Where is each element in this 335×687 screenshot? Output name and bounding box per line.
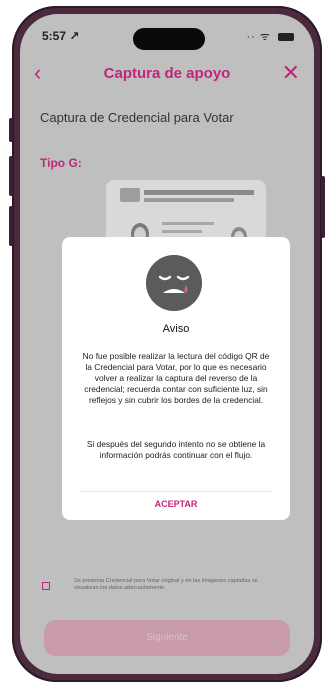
dynamic-island [133,28,205,50]
section-title: Captura de Credencial para Votar [40,110,234,125]
phone-screen: 5:57 ↗ ·· ᯤ ‹ Captura de apoyo ✕ Captura… [20,14,314,674]
signal-icon: ·· ᯤ [246,31,271,43]
dialog-divider [80,491,272,492]
power-button [321,176,325,238]
warning-dialog: Aviso No fue posible realizar la lectura… [62,237,290,520]
consent-checkbox[interactable] [42,582,50,590]
silent-switch [9,118,13,142]
close-button[interactable]: ✕ [282,60,300,86]
next-button[interactable]: Siguiente [44,620,290,656]
credential-data-line [162,222,214,225]
battery-icon [278,33,294,42]
status-time: 5:57 ↗ [42,29,80,43]
tipo-label: Tipo G: [40,156,82,170]
consent-text: Se presenta Credencial para Votar origin… [74,578,258,591]
page-title: Captura de apoyo [103,65,231,82]
credential-header-bar [144,190,254,195]
dialog-title: Aviso [162,323,190,335]
volume-up-button [9,156,13,196]
volume-down-button [9,206,13,246]
accept-button[interactable]: ACEPTAR [62,499,290,509]
credential-emblem-icon [120,188,140,202]
sad-face-icon [146,255,202,311]
status-bar: 5:57 ↗ ·· ᯤ [20,14,314,58]
credential-data-line [162,230,202,233]
dialog-message-secondary: Si después del segundo intento no se obt… [86,439,266,460]
credential-header-bar-2 [144,198,234,202]
nav-bar: ‹ Captura de apoyo ✕ [20,58,314,90]
status-icons: ·· ᯤ [246,29,294,44]
dialog-message: No fue posible realizar la lectura del c… [82,351,270,405]
